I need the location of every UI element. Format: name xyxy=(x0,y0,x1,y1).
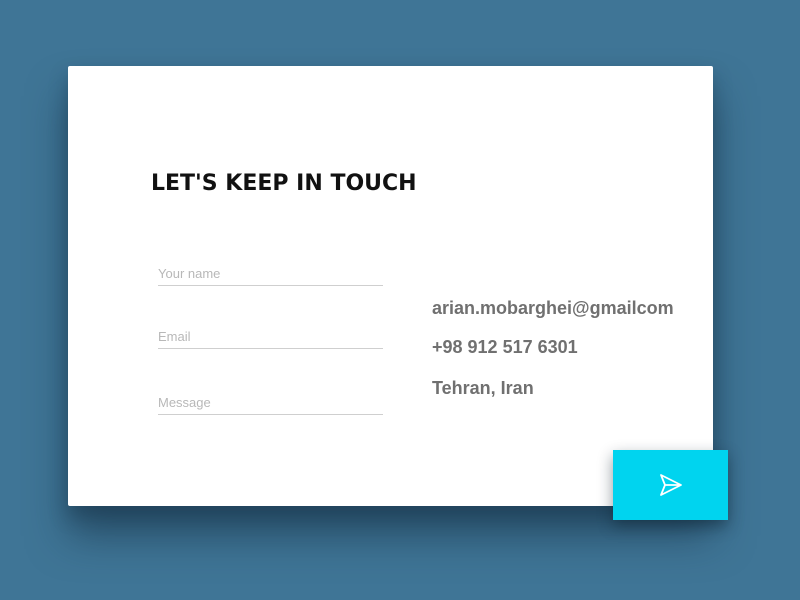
send-icon xyxy=(659,474,682,496)
email-field[interactable] xyxy=(158,324,383,349)
page-title: LET'S KEEP IN TOUCH xyxy=(151,171,417,196)
contact-card: LET'S KEEP IN TOUCH arian.mobarghei@gmai… xyxy=(68,66,713,506)
send-button[interactable] xyxy=(613,450,728,520)
name-field[interactable] xyxy=(158,261,383,286)
contact-location: Tehran, Iran xyxy=(432,378,534,398)
contact-phone: +98 912 517 6301 xyxy=(432,337,578,357)
message-field[interactable] xyxy=(158,390,383,415)
contact-email: arian.mobarghei@gmailcom xyxy=(432,298,674,318)
